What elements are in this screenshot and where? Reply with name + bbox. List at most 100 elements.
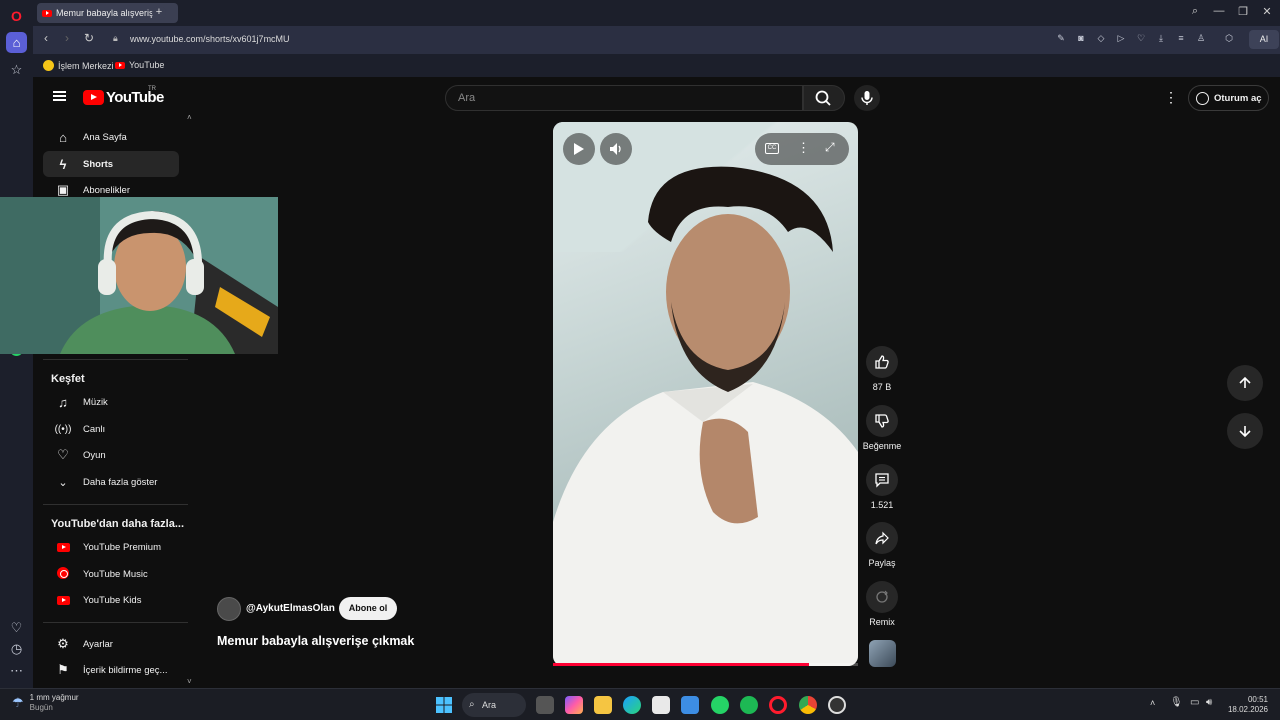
bookmarks-bar: İşlem Merkezi YouTube [33, 53, 1280, 77]
play-button[interactable] [563, 133, 595, 165]
search-button[interactable] [803, 85, 845, 111]
sidebar-item-gaming[interactable]: ♡ Oyun [43, 442, 179, 468]
channel-avatar[interactable] [217, 597, 241, 621]
ai-button[interactable]: AI [1249, 30, 1279, 49]
fullscreen-icon[interactable]: ⤢ [825, 140, 835, 155]
share-icon [875, 531, 889, 545]
dislike-button[interactable] [866, 405, 898, 437]
sidebar-item-report[interactable]: ⚑ İçerik bildirme geç... [43, 657, 179, 683]
sidebar-item-shorts[interactable]: ϟ Shorts [43, 151, 179, 177]
sidebar-item-youtube-premium[interactable]: YouTube Premium [43, 534, 179, 560]
opera-logo-icon[interactable]: O [6, 5, 27, 26]
video-progress-fill [553, 663, 810, 666]
opera-icon[interactable] [769, 696, 787, 714]
spotify-icon[interactable] [740, 696, 758, 714]
streamer-image [0, 197, 278, 354]
heart-icon[interactable]: ♡ [1135, 33, 1147, 45]
previous-video-button[interactable] [1227, 365, 1263, 401]
search-input[interactable]: Ara [445, 85, 803, 111]
like-button[interactable] [866, 346, 898, 378]
settings-menu-icon[interactable]: ⋮ [1164, 89, 1178, 105]
remix-button[interactable] [866, 581, 898, 613]
task-view-icon[interactable] [536, 696, 554, 714]
microphone-icon [861, 91, 873, 105]
bookmark-icon [43, 60, 54, 71]
search-icon: ⌕ [469, 699, 475, 710]
sidebar-item-youtube-music[interactable]: YouTube Music [43, 561, 179, 587]
next-video-button[interactable] [1227, 413, 1263, 449]
edge-icon[interactable] [623, 696, 641, 714]
search-tabs-icon[interactable]: ⌕ [1187, 5, 1203, 18]
shield-icon[interactable]: ◇ [1095, 33, 1107, 45]
copilot-icon[interactable] [565, 696, 583, 714]
taskbar-search[interactable]: ⌕ Ara [462, 693, 526, 717]
new-tab-button[interactable]: + [152, 6, 166, 20]
video-title[interactable]: Memur babayla alışverişe çıkmak [217, 634, 414, 648]
webcam-overlay [0, 197, 278, 354]
youtube-favicon-icon [42, 9, 52, 17]
youtube-kids-icon [50, 593, 76, 608]
user-icon [1196, 91, 1209, 105]
extensions-icon[interactable]: ⬡ [1223, 33, 1235, 45]
weather-condition: 1 mm yağmur [29, 693, 79, 702]
comments-button[interactable] [866, 464, 898, 496]
chrome-icon[interactable] [799, 696, 817, 714]
bookmark-youtube[interactable]: YouTube [115, 60, 164, 70]
rain-cloud-icon: ☂ [12, 695, 24, 710]
hamburger-menu-icon[interactable] [53, 91, 66, 101]
display-icon[interactable]: ▭ [1190, 697, 1199, 708]
share-label: Paylaş [868, 558, 896, 568]
sidebar-item-music[interactable]: ♫ Müzik [43, 389, 179, 415]
video-player[interactable]: CC ⋮ ⤢ [553, 122, 858, 666]
bookmark-islem-merkezi[interactable]: İşlem Merkezi [43, 60, 114, 71]
share-button[interactable] [866, 522, 898, 554]
microphone-icon[interactable]: 🎙︎ [1170, 697, 1183, 708]
channel-name[interactable]: @AykutElmasOlan [246, 603, 335, 614]
forward-button[interactable]: › [59, 31, 75, 45]
profile-icon[interactable]: ♙ [1195, 33, 1207, 45]
signin-button[interactable]: Oturum aç [1188, 85, 1269, 111]
sidebar-item-settings[interactable]: ⚙ Ayarlar [43, 631, 179, 657]
store-icon[interactable] [652, 696, 670, 714]
back-button[interactable]: ‹ [38, 31, 54, 45]
edit-icon[interactable]: ✎ [1055, 33, 1067, 45]
sound-thumbnail[interactable] [869, 640, 896, 667]
taskbar-clock[interactable]: 00:51 18.02.2026 [1226, 695, 1268, 715]
maximize-button[interactable]: ❐ [1235, 5, 1251, 18]
voice-search-button[interactable] [854, 85, 880, 111]
camera-icon[interactable]: ◙ [1075, 33, 1087, 45]
menu-icon[interactable]: ≡ [1175, 33, 1187, 45]
weather-widget[interactable]: ☂ 1 mm yağmur Bugün [12, 693, 79, 713]
sidebar-item-youtube-kids[interactable]: YouTube Kids [43, 587, 179, 613]
download-icon[interactable]: ⤓ [1155, 33, 1167, 45]
windows-start-icon[interactable] [435, 696, 453, 714]
home-icon[interactable]: ⌂ [6, 32, 27, 53]
speaker-icon[interactable]: 🔊︎ [1206, 697, 1212, 708]
history-icon[interactable]: ◷ [6, 638, 27, 659]
star-icon[interactable]: ☆ [6, 59, 27, 80]
video-progress-bar[interactable] [553, 663, 858, 666]
sidebar-item-home[interactable]: ⌂ Ana Sayfa [43, 124, 179, 150]
captions-icon[interactable]: CC [765, 143, 779, 154]
heart-icon[interactable]: ♡ [6, 617, 27, 638]
minimize-button[interactable]: — [1211, 5, 1227, 17]
whatsapp-icon[interactable] [711, 696, 729, 714]
url-field[interactable]: www.youtube.com/shorts/xv601j7mcMU [130, 34, 290, 44]
mail-icon[interactable] [681, 696, 699, 714]
subscribe-button[interactable]: Abone ol [339, 597, 397, 620]
play-icon[interactable]: ▷ [1115, 33, 1127, 45]
file-explorer-icon[interactable] [594, 696, 612, 714]
obs-icon[interactable] [828, 696, 846, 714]
more-icon[interactable]: ⋯ [6, 660, 27, 681]
music-icon: ♫ [58, 394, 68, 410]
reload-button[interactable]: ↻ [81, 31, 97, 45]
close-button[interactable]: ✕ [1259, 5, 1275, 18]
sidebar-item-show-more[interactable]: ⌄ Daha fazla göster [43, 469, 179, 495]
scroll-down-icon[interactable]: ˅ [187, 677, 192, 686]
scroll-up-icon[interactable]: ˄ [187, 113, 192, 122]
tray-chevron-icon[interactable]: ˄ [1150, 698, 1155, 708]
volume-button[interactable] [600, 133, 632, 165]
youtube-logo[interactable]: YouTube TR [83, 86, 164, 106]
sidebar-item-live[interactable]: ((•)) Canlı [43, 416, 179, 442]
more-options-icon[interactable]: ⋮ [797, 140, 810, 156]
